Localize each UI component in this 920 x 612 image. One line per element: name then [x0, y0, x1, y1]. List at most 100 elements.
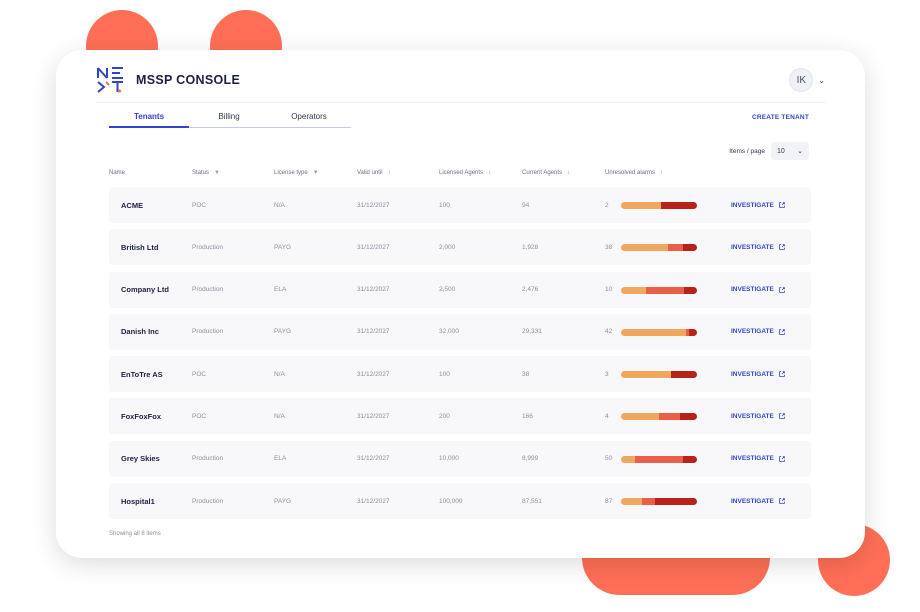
column-header-status[interactable]: Status ▼ [192, 170, 220, 176]
table-row[interactable]: FoxFoxFox POC N/A 31/12/2027 200 166 4 INVESTIG… [109, 398, 811, 435]
cell-licensed: 2,500 [439, 286, 456, 294]
external-link-icon [779, 498, 785, 504]
table-row[interactable]: Company Ltd Production ELA 31/12/2027 2,500 2… [109, 271, 811, 308]
cell-licensed: 2,000 [439, 243, 456, 251]
alarm-bar-segment [683, 455, 697, 463]
filter-icon[interactable]: ▼ [313, 170, 319, 176]
investigate-button[interactable]: INVESTIGATE [731, 483, 786, 519]
cell-license: N/A [274, 412, 285, 420]
items-per-page-label: Items / page [729, 147, 765, 155]
cell-license: ELA [274, 286, 287, 294]
column-header-valid-until[interactable]: Valid until ↕ [357, 170, 391, 176]
alarm-severity-bar [621, 328, 697, 336]
cell-alarms: 4 [605, 412, 609, 420]
table-row[interactable]: British Ltd Production PAYG 31/12/2027 2,000… [109, 229, 811, 266]
alarm-bar-segment [679, 413, 697, 421]
alarm-severity-bar [621, 455, 697, 463]
cell-current: 38 [522, 370, 530, 378]
tab-bar: Tenants Billing Operators [109, 110, 351, 128]
cell-name: Company Ltd [121, 285, 169, 295]
cell-alarms: 38 [605, 243, 613, 251]
cell-alarms: 42 [605, 328, 613, 336]
cell-valid: 31/12/2027 [357, 370, 390, 378]
cell-status: Production [192, 497, 224, 505]
column-header-unresolved-alarms[interactable]: Unresolved alarms ↕ [605, 170, 663, 176]
investigate-label: INVESTIGATE [731, 412, 774, 420]
cell-name: Danish Inc [121, 327, 159, 337]
cell-license: PAYG [274, 497, 292, 505]
external-link-icon [779, 413, 785, 420]
cell-licensed: 32,000 [439, 328, 459, 336]
cell-valid: 31/12/2027 [357, 328, 390, 336]
table-row[interactable]: Hospital1 Production PAYG 31/12/2027 100,000… [109, 483, 811, 520]
tab-tenants[interactable]: Tenants [109, 110, 189, 128]
investigate-button[interactable]: INVESTIGATE [731, 441, 786, 477]
alarm-bar-segment [621, 371, 672, 379]
alarm-bar-segment [683, 244, 697, 252]
investigate-button[interactable]: INVESTIGATE [731, 314, 786, 350]
cell-licensed: 10,000 [439, 455, 459, 463]
investigate-label: INVESTIGATE [731, 286, 774, 294]
tab-billing[interactable]: Billing [189, 110, 269, 127]
sort-icon[interactable]: ↕ [388, 170, 391, 176]
filter-icon[interactable]: ▼ [214, 170, 220, 176]
external-link-icon [779, 286, 785, 293]
column-header-name: Name [109, 170, 126, 176]
cell-alarms: 50 [605, 455, 613, 463]
cell-status: POC [192, 370, 207, 378]
column-header-license-type[interactable]: License type ▼ [274, 170, 319, 176]
column-header-licensed-agents[interactable]: Licensed Agents ↕ [439, 170, 491, 176]
investigate-button[interactable]: INVESTIGATE [731, 356, 786, 392]
user-avatar[interactable]: IK [789, 68, 814, 92]
alarm-bar-segment [689, 328, 697, 336]
cell-alarms: 10 [605, 286, 613, 294]
investigate-label: INVESTIGATE [731, 328, 774, 336]
cell-licensed: 100,000 [439, 497, 463, 505]
investigate-button[interactable]: INVESTIGATE [731, 229, 786, 265]
alarm-bar-segment [660, 202, 697, 209]
cell-alarms: 3 [605, 370, 609, 378]
create-tenant-button[interactable]: CREATE TENANT [752, 114, 809, 121]
cell-alarms: 2 [605, 201, 609, 209]
cell-license: N/A [274, 370, 285, 378]
cell-current: 2,476 [522, 286, 539, 294]
cell-name: ACME [121, 200, 144, 210]
table-row[interactable]: EnToTre AS POC N/A 31/12/2027 100 38 3 INVESTIG… [109, 356, 811, 393]
cell-licensed: 100 [439, 370, 450, 378]
sort-icon[interactable]: ↕ [488, 170, 491, 176]
cell-status: Production [192, 286, 224, 294]
table-row[interactable]: Danish Inc Production PAYG 31/12/2027 32,000… [109, 313, 811, 350]
alarm-bar-segment [684, 286, 697, 294]
investigate-label: INVESTIGATE [731, 243, 774, 251]
external-link-icon [779, 371, 785, 377]
alarm-bar-segment [621, 498, 642, 506]
cell-license: ELA [274, 455, 287, 463]
cell-name: Grey Skies [121, 454, 160, 464]
items-per-page-select[interactable]: 10 ⌄ [771, 142, 809, 160]
sort-icon[interactable]: ↕ [567, 170, 570, 176]
tab-operators[interactable]: Operators [269, 110, 349, 127]
alarm-severity-bar [621, 202, 697, 209]
sort-icon[interactable]: ↕ [660, 170, 663, 176]
chevron-down-icon[interactable]: ⌄ [818, 76, 825, 85]
alarm-bar-segment [659, 413, 680, 421]
investigate-button[interactable]: INVESTIGATE [731, 398, 786, 434]
alarm-severity-bar [621, 413, 697, 421]
table-summary: Showing all 8 items [109, 531, 161, 537]
investigate-label: INVESTIGATE [731, 455, 774, 463]
cell-name: FoxFoxFox [121, 411, 162, 421]
cell-status: Production [192, 243, 224, 251]
table-row[interactable]: ACME POC N/A 31/12/2027 100 94 2 INVESTIGATE [109, 187, 811, 223]
external-link-icon [779, 329, 785, 335]
cell-valid: 31/12/2027 [357, 201, 390, 209]
table-row[interactable]: Grey Skies Production ELA 31/12/2027 10,000 8… [109, 440, 811, 477]
alarm-bar-segment [668, 244, 684, 252]
cell-licensed: 200 [439, 412, 450, 420]
investigate-button[interactable]: INVESTIGATE [731, 272, 786, 308]
investigate-label: INVESTIGATE [731, 201, 774, 209]
cell-name: EnToTre AS [121, 369, 163, 379]
cell-current: 8,999 [522, 455, 539, 463]
cell-status: POC [192, 201, 207, 209]
investigate-button[interactable]: INVESTIGATE [731, 187, 786, 223]
column-header-current-agents[interactable]: Current Agents ↕ [522, 170, 570, 176]
